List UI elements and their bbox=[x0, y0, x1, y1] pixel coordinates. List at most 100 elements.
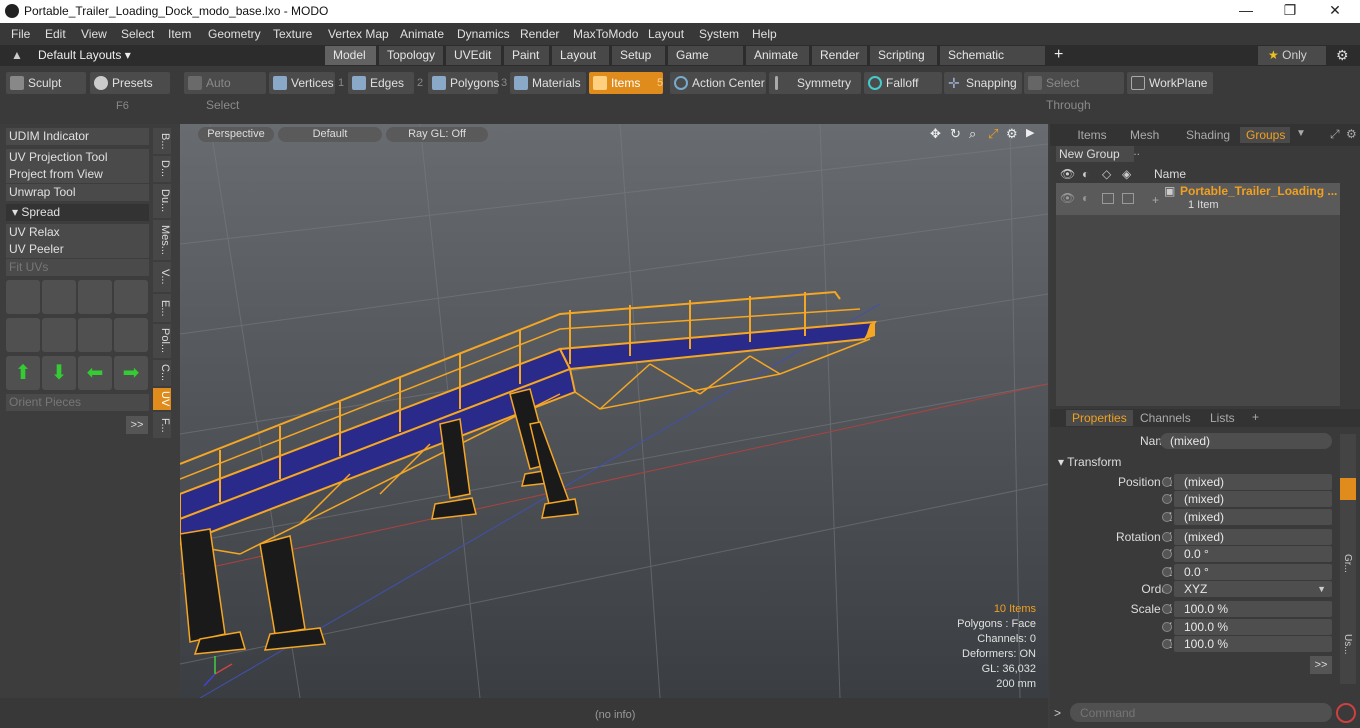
tab-render[interactable]: Render bbox=[812, 46, 868, 65]
tab-paint[interactable]: Paint bbox=[504, 46, 550, 65]
position-z-anim-dot[interactable] bbox=[1162, 512, 1172, 522]
tab-animate[interactable]: Animate bbox=[746, 46, 810, 65]
group-row[interactable]: 👁 ◐ + ▣ Portable_Trailer_Loading ... 1 I… bbox=[1056, 183, 1340, 215]
lock-checkbox[interactable] bbox=[1102, 193, 1114, 204]
uv-projection-tool-button[interactable]: UV Projection Tool bbox=[6, 149, 149, 166]
menu-vertex-map[interactable]: Vertex Map bbox=[328, 27, 389, 41]
tab-groups[interactable]: Groups bbox=[1240, 127, 1290, 143]
orient-pieces-button[interactable]: Orient Pieces bbox=[6, 394, 149, 411]
vtab-v[interactable]: V... bbox=[153, 262, 171, 292]
viewport-3d[interactable]: Perspective Default Ray GL: Off ✥ ↻ ⌕ ⤢ … bbox=[180, 124, 1048, 698]
tab-items[interactable]: Items bbox=[1064, 127, 1120, 143]
uv-grid-icon-4[interactable] bbox=[114, 318, 148, 352]
menu-geometry[interactable]: Geometry bbox=[208, 27, 261, 41]
tab-layout[interactable]: Layout bbox=[552, 46, 610, 65]
menu-item[interactable]: Item bbox=[168, 27, 191, 41]
sculpt-button[interactable]: Sculpt bbox=[6, 72, 86, 94]
order-dropdown[interactable]: XYZ ▼ bbox=[1174, 581, 1332, 597]
menu-dynamics[interactable]: Dynamics bbox=[457, 27, 510, 41]
menu-animate[interactable]: Animate bbox=[400, 27, 444, 41]
rotation-y-field[interactable]: 0.0 ° bbox=[1174, 546, 1332, 562]
only-toggle[interactable]: ★ Only bbox=[1258, 46, 1326, 65]
tab-properties[interactable]: Properties bbox=[1066, 410, 1133, 426]
tab-topology[interactable]: Topology bbox=[379, 46, 444, 65]
rotation-y-anim-dot[interactable] bbox=[1162, 549, 1172, 559]
menu-select[interactable]: Select bbox=[121, 27, 154, 41]
perspective-dropdown[interactable]: Perspective bbox=[198, 127, 274, 142]
pan-icon[interactable]: ✥ bbox=[930, 126, 941, 142]
rotation-x-anim-dot[interactable] bbox=[1162, 532, 1172, 542]
raygl-toggle[interactable]: Ray GL: Off bbox=[386, 127, 488, 142]
uv-tool-icon-1[interactable] bbox=[6, 280, 40, 314]
items-button[interactable]: Items bbox=[589, 72, 663, 94]
vtab-mes[interactable]: Mes... bbox=[153, 220, 171, 260]
unwrap-tool-button[interactable]: Unwrap Tool bbox=[6, 184, 149, 201]
side-tab-us[interactable]: Us... bbox=[1342, 634, 1353, 655]
select-checkbox[interactable] bbox=[1122, 193, 1134, 204]
uv-tool-icon-4[interactable] bbox=[114, 280, 148, 314]
gear-icon[interactable]: ⚙ bbox=[1336, 47, 1349, 64]
menu-edit[interactable]: Edit bbox=[45, 27, 66, 41]
vtab-c[interactable]: C... bbox=[153, 360, 171, 386]
layout-menu-icon[interactable]: ▲ bbox=[11, 48, 23, 62]
materials-button[interactable]: Materials bbox=[510, 72, 586, 94]
uv-tool-icon-2[interactable] bbox=[42, 280, 76, 314]
edges-button[interactable]: Edges bbox=[348, 72, 414, 94]
expand-icon[interactable]: ⤢ bbox=[1330, 127, 1340, 142]
action-center-button[interactable]: Action Center bbox=[670, 72, 766, 94]
uv-peeler-button[interactable]: UV Peeler bbox=[6, 241, 149, 258]
menu-maxtomodo[interactable]: MaxToModo bbox=[573, 27, 638, 41]
auto-select-button[interactable]: Auto Select bbox=[184, 72, 266, 112]
side-tab-gr[interactable]: Gr... bbox=[1342, 554, 1353, 573]
viewport-settings-icon[interactable]: ⚙ bbox=[1006, 126, 1018, 142]
new-group-button[interactable]: New Group bbox=[1056, 146, 1134, 162]
spread-section[interactable]: ▾ Spread bbox=[6, 204, 149, 221]
rotate-icon[interactable]: ↻ bbox=[950, 126, 961, 142]
rotation-z-anim-dot[interactable] bbox=[1162, 567, 1172, 577]
add-properties-tab-button[interactable]: + bbox=[1252, 410, 1259, 424]
position-x-field[interactable]: (mixed) bbox=[1174, 474, 1332, 490]
presets-button[interactable]: Presets F6 bbox=[90, 72, 170, 112]
command-input[interactable] bbox=[1070, 703, 1332, 722]
vtab-d[interactable]: D... bbox=[153, 156, 171, 182]
fit-view-icon[interactable]: ⤢ bbox=[988, 126, 998, 142]
select-through-button[interactable]: Select Through bbox=[1024, 72, 1124, 112]
menu-file[interactable]: File bbox=[11, 27, 30, 41]
zoom-icon[interactable]: ⌕ bbox=[969, 126, 976, 142]
falloff-button[interactable]: Falloff bbox=[864, 72, 942, 94]
tab-scripting[interactable]: Scripting bbox=[870, 46, 938, 65]
menu-view[interactable]: View bbox=[81, 27, 107, 41]
position-x-anim-dot[interactable] bbox=[1162, 477, 1172, 487]
polygons-button[interactable]: Polygons bbox=[428, 72, 499, 94]
workplane-button[interactable]: WorkPlane bbox=[1127, 72, 1213, 94]
scale-y-field[interactable]: 100.0 % bbox=[1174, 619, 1332, 635]
scale-x-anim-dot[interactable] bbox=[1162, 604, 1172, 614]
maximize-button[interactable]: ❐ bbox=[1270, 2, 1310, 22]
uv-relax-button[interactable]: UV Relax bbox=[6, 224, 149, 241]
arrow-right-icon[interactable]: ➡ bbox=[114, 356, 148, 390]
scale-z-anim-dot[interactable] bbox=[1162, 639, 1172, 649]
scale-y-anim-dot[interactable] bbox=[1162, 622, 1172, 632]
rotation-x-field[interactable]: (mixed) bbox=[1174, 529, 1332, 545]
position-y-field[interactable]: (mixed) bbox=[1174, 491, 1332, 507]
tab-shading[interactable]: Shading bbox=[1180, 127, 1236, 143]
render-toggle-icon[interactable]: ◐ bbox=[1082, 191, 1089, 205]
more-tools-button[interactable]: >> bbox=[126, 416, 148, 434]
tab-uvedit[interactable]: UVEdit bbox=[446, 46, 502, 65]
group-name[interactable]: Portable_Trailer_Loading ... bbox=[1180, 184, 1337, 198]
udim-indicator-button[interactable]: UDIM Indicator bbox=[6, 128, 149, 145]
menu-texture[interactable]: Texture bbox=[273, 27, 312, 41]
transform-section[interactable]: ▾ Transform bbox=[1058, 455, 1121, 469]
vtab-f[interactable]: F... bbox=[153, 412, 171, 438]
properties-side-tab-active[interactable] bbox=[1340, 478, 1356, 500]
uv-grid-icon-2[interactable] bbox=[42, 318, 76, 352]
symmetry-button[interactable]: Symmetry bbox=[769, 72, 861, 94]
fit-uvs-button[interactable]: Fit UVs bbox=[6, 259, 149, 276]
vertices-button[interactable]: Vertices bbox=[269, 72, 335, 94]
uv-grid-icon-1[interactable] bbox=[6, 318, 40, 352]
tab-mesh[interactable]: Mesh ... bbox=[1124, 127, 1178, 158]
panel-gear-icon[interactable]: ⚙ bbox=[1346, 127, 1357, 141]
shading-dropdown[interactable]: Default bbox=[278, 127, 382, 142]
visibility-toggle-icon[interactable]: 👁 bbox=[1060, 191, 1075, 205]
layout-selector[interactable]: Default Layouts ▾ bbox=[38, 48, 131, 62]
